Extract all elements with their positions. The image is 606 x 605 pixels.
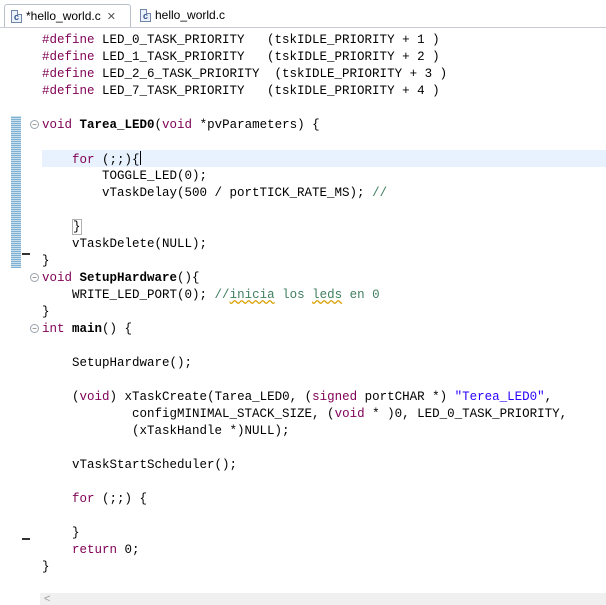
code-text: TOGGLE_LED(0); — [102, 169, 208, 183]
keyword: signed — [312, 390, 358, 404]
fold-toggle-icon[interactable]: − — [30, 273, 39, 282]
code-text: ( — [154, 118, 163, 132]
comment: los — [274, 288, 313, 302]
comment: inicia — [229, 288, 275, 302]
string-literal: "Terea_LED0" — [454, 390, 545, 404]
code-text: vTaskDelete(NULL); — [72, 237, 208, 251]
code-line: for (;;){ — [42, 151, 141, 167]
keyword: for — [72, 153, 95, 167]
code-line: } — [42, 219, 82, 235]
code-line: } — [42, 525, 80, 541]
diff-marker-icon — [22, 538, 30, 540]
tab-label: *hello_world.c — [26, 9, 101, 23]
code-line: configMINIMAL_STACK_SIZE, (void * )0, LE… — [42, 406, 567, 422]
comment: en 0 — [342, 288, 380, 302]
c-file-icon: c — [11, 9, 22, 23]
close-icon[interactable]: ✕ — [107, 10, 116, 23]
text-cursor — [139, 151, 141, 165]
code-text: SetupHardware(); — [72, 356, 193, 370]
editor-tab-bar: c *hello_world.c ✕ c hello_world.c — [0, 0, 606, 28]
code-text: , — [544, 390, 553, 404]
tab-hello-world[interactable]: c hello_world.c — [134, 4, 244, 26]
tab-label: hello_world.c — [155, 8, 226, 22]
code-text: portCHAR *) — [357, 390, 455, 404]
code-line: } — [42, 304, 50, 320]
keyword: void — [42, 118, 73, 132]
code-text: configMINIMAL_STACK_SIZE, ( — [132, 407, 335, 421]
keyword: #define — [42, 33, 95, 47]
code-line: } — [42, 253, 50, 269]
keyword: #define — [42, 50, 95, 64]
code-text: } — [42, 254, 50, 268]
keyword: void — [79, 390, 110, 404]
code-text: (;;) { — [94, 492, 148, 506]
comment: leds — [312, 288, 343, 302]
code-text: vTaskDelay(500 / portTICK_RATE_MS); — [102, 186, 373, 200]
fold-toggle-icon[interactable]: − — [30, 120, 39, 129]
code-line: return 0; — [42, 542, 140, 558]
code-line: vTaskStartScheduler(); — [42, 457, 237, 473]
code-text: } — [42, 305, 50, 319]
code-line: (void) xTaskCreate(Tarea_LED0, (signed p… — [42, 389, 552, 405]
code-line: void SetupHardware(){ — [42, 270, 200, 286]
function-name: SetupHardware — [72, 271, 178, 285]
code-text: } — [72, 526, 80, 540]
code-text: WRITE_LED_PORT(0); — [72, 288, 215, 302]
code-text: LED_7_TASK_PRIORITY (tskIDLE_PRIORITY + … — [94, 84, 440, 98]
code-text: ) xTaskCreate(Tarea_LED0, ( — [109, 390, 313, 404]
code-line: } — [42, 559, 50, 575]
code-text: LED_0_TASK_PRIORITY (tskIDLE_PRIORITY + … — [94, 33, 440, 47]
keyword: void — [334, 407, 365, 421]
keyword: for — [72, 492, 95, 506]
code-line: TOGGLE_LED(0); — [42, 168, 207, 184]
code-text: LED_1_TASK_PRIORITY (tskIDLE_PRIORITY + … — [94, 50, 440, 64]
keyword: #define — [42, 84, 95, 98]
keyword: void — [42, 271, 73, 285]
code-line: #define LED_0_TASK_PRIORITY (tskIDLE_PRI… — [42, 32, 440, 48]
diff-marker-icon — [22, 253, 30, 255]
code-text: 0; — [117, 543, 140, 557]
code-text: ( — [72, 390, 80, 404]
code-line: #define LED_2_6_TASK_PRIORITY (tskIDLE_P… — [42, 66, 447, 82]
code-text: (;;){ — [94, 153, 140, 167]
scroll-left-icon[interactable]: < — [44, 593, 50, 605]
keyword: #define — [42, 67, 95, 81]
code-line: WRITE_LED_PORT(0); //inicia los leds en … — [42, 287, 380, 303]
keyword: void — [162, 118, 193, 132]
code-line: void Tarea_LED0(void *pvParameters) { — [42, 117, 320, 133]
code-text: LED_2_6_TASK_PRIORITY (tskIDLE_PRIORITY … — [94, 67, 448, 81]
code-text: (){ — [177, 271, 200, 285]
code-line: int main() { — [42, 321, 132, 337]
code-line: vTaskDelete(NULL); — [42, 236, 207, 252]
code-text: *pvParameters) { — [192, 118, 320, 132]
comment: // — [372, 186, 388, 200]
code-text: } — [42, 560, 50, 574]
code-line: vTaskDelay(500 / portTICK_RATE_MS); // — [42, 185, 387, 201]
code-text: vTaskStartScheduler(); — [72, 458, 238, 472]
code-text: () { — [102, 322, 133, 336]
code-line: (xTaskHandle *)NULL); — [42, 423, 290, 439]
code-line: SetupHardware(); — [42, 355, 192, 371]
function-name: Tarea_LED0 — [72, 118, 155, 132]
code-line: #define LED_7_TASK_PRIORITY (tskIDLE_PRI… — [42, 83, 440, 99]
keyword: return — [72, 543, 118, 557]
function-name: main — [64, 322, 103, 336]
code-text: * )0, LED_0_TASK_PRIORITY, — [364, 407, 568, 421]
matching-bracket: } — [72, 219, 82, 235]
comment: // — [214, 288, 230, 302]
tab-hello-world-modified[interactable]: c *hello_world.c ✕ — [4, 4, 131, 27]
code-line: #define LED_1_TASK_PRIORITY (tskIDLE_PRI… — [42, 49, 440, 65]
code-text: (xTaskHandle *)NULL); — [132, 424, 290, 438]
editor-gutter: − − − — [0, 28, 40, 593]
keyword: int — [42, 322, 65, 336]
c-file-icon: c — [140, 8, 151, 22]
code-line: for (;;) { — [42, 491, 147, 507]
change-marker-bar — [11, 116, 21, 268]
fold-toggle-icon[interactable]: − — [30, 324, 39, 333]
horizontal-scrollbar[interactable]: < — [40, 593, 606, 605]
